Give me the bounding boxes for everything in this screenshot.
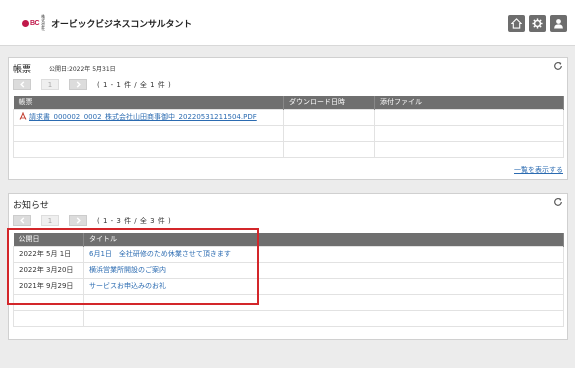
page-number[interactable]: 1 xyxy=(41,215,59,226)
pdf-file-link[interactable]: 請求書_000002_0002_株式会社山田商事御中_2022053121150… xyxy=(29,113,257,121)
public-date: 公開日:2022年 5月31日 xyxy=(49,66,116,73)
company-name: オービックビジネスコンサルタント xyxy=(51,19,192,30)
notice-panel-title: お知らせ xyxy=(13,201,49,211)
forms-panel-title: 帳票 xyxy=(13,65,32,75)
user-icon xyxy=(554,19,563,29)
notice-pager: 1 ( 1 - 3 件 / 全 3 件 ) xyxy=(13,215,171,226)
forms-panel: 帳票 公開日:2022年 5月31日 1 ( 1 - 1 件 / 全 1 件 )… xyxy=(8,57,568,180)
col-header-form[interactable]: 帳票 xyxy=(13,96,284,109)
forms-table: 帳票 ダウンロード日時 添付ファイル 請求書_000002_0002_株式会社山… xyxy=(13,96,564,158)
pager-info: ( 1 - 3 件 / 全 3 件 ) xyxy=(97,216,172,225)
col-header-download[interactable]: ダウンロード日時 xyxy=(283,96,375,109)
user-button[interactable] xyxy=(550,15,567,32)
settings-button[interactable] xyxy=(529,15,546,32)
table-row xyxy=(13,124,564,142)
pager-info: ( 1 - 1 件 / 全 1 件 ) xyxy=(97,80,172,89)
highlight-box xyxy=(7,228,259,305)
table-row xyxy=(13,140,564,158)
refresh-icon[interactable] xyxy=(553,197,563,207)
next-page-button[interactable] xyxy=(69,215,87,226)
chevron-right-icon xyxy=(76,217,81,224)
pdf-icon xyxy=(19,111,27,120)
form-cell: 請求書_000002_0002_株式会社山田商事御中_2022053121150… xyxy=(13,108,284,126)
table-row: 請求書_000002_0002_株式会社山田商事御中_2022053121150… xyxy=(13,108,564,126)
company-logo[interactable]: BC 株式会社 オービックビジネスコンサルタント xyxy=(22,15,192,31)
forms-pager: 1 ( 1 - 1 件 / 全 1 件 ) xyxy=(13,79,171,90)
refresh-icon[interactable] xyxy=(553,61,563,71)
home-button[interactable] xyxy=(508,15,525,32)
chevron-right-icon xyxy=(76,81,81,88)
next-page-button[interactable] xyxy=(69,79,87,90)
gear-icon xyxy=(532,18,543,29)
prev-page-button[interactable] xyxy=(13,79,31,90)
table-row xyxy=(13,309,564,327)
download-cell xyxy=(283,108,375,126)
home-icon xyxy=(511,18,522,29)
chevron-left-icon xyxy=(19,217,24,224)
obc-logo-mark: BC 株式会社 xyxy=(22,15,47,31)
page-number[interactable]: 1 xyxy=(41,79,59,90)
prev-page-button[interactable] xyxy=(13,215,31,226)
col-header-attachment[interactable]: 添付ファイル xyxy=(374,96,564,109)
chevron-left-icon xyxy=(19,81,24,88)
show-all-link[interactable]: 一覧を表示する xyxy=(514,165,563,175)
attachment-cell xyxy=(374,108,564,126)
app-header: BC 株式会社 オービックビジネスコンサルタント xyxy=(0,0,575,46)
